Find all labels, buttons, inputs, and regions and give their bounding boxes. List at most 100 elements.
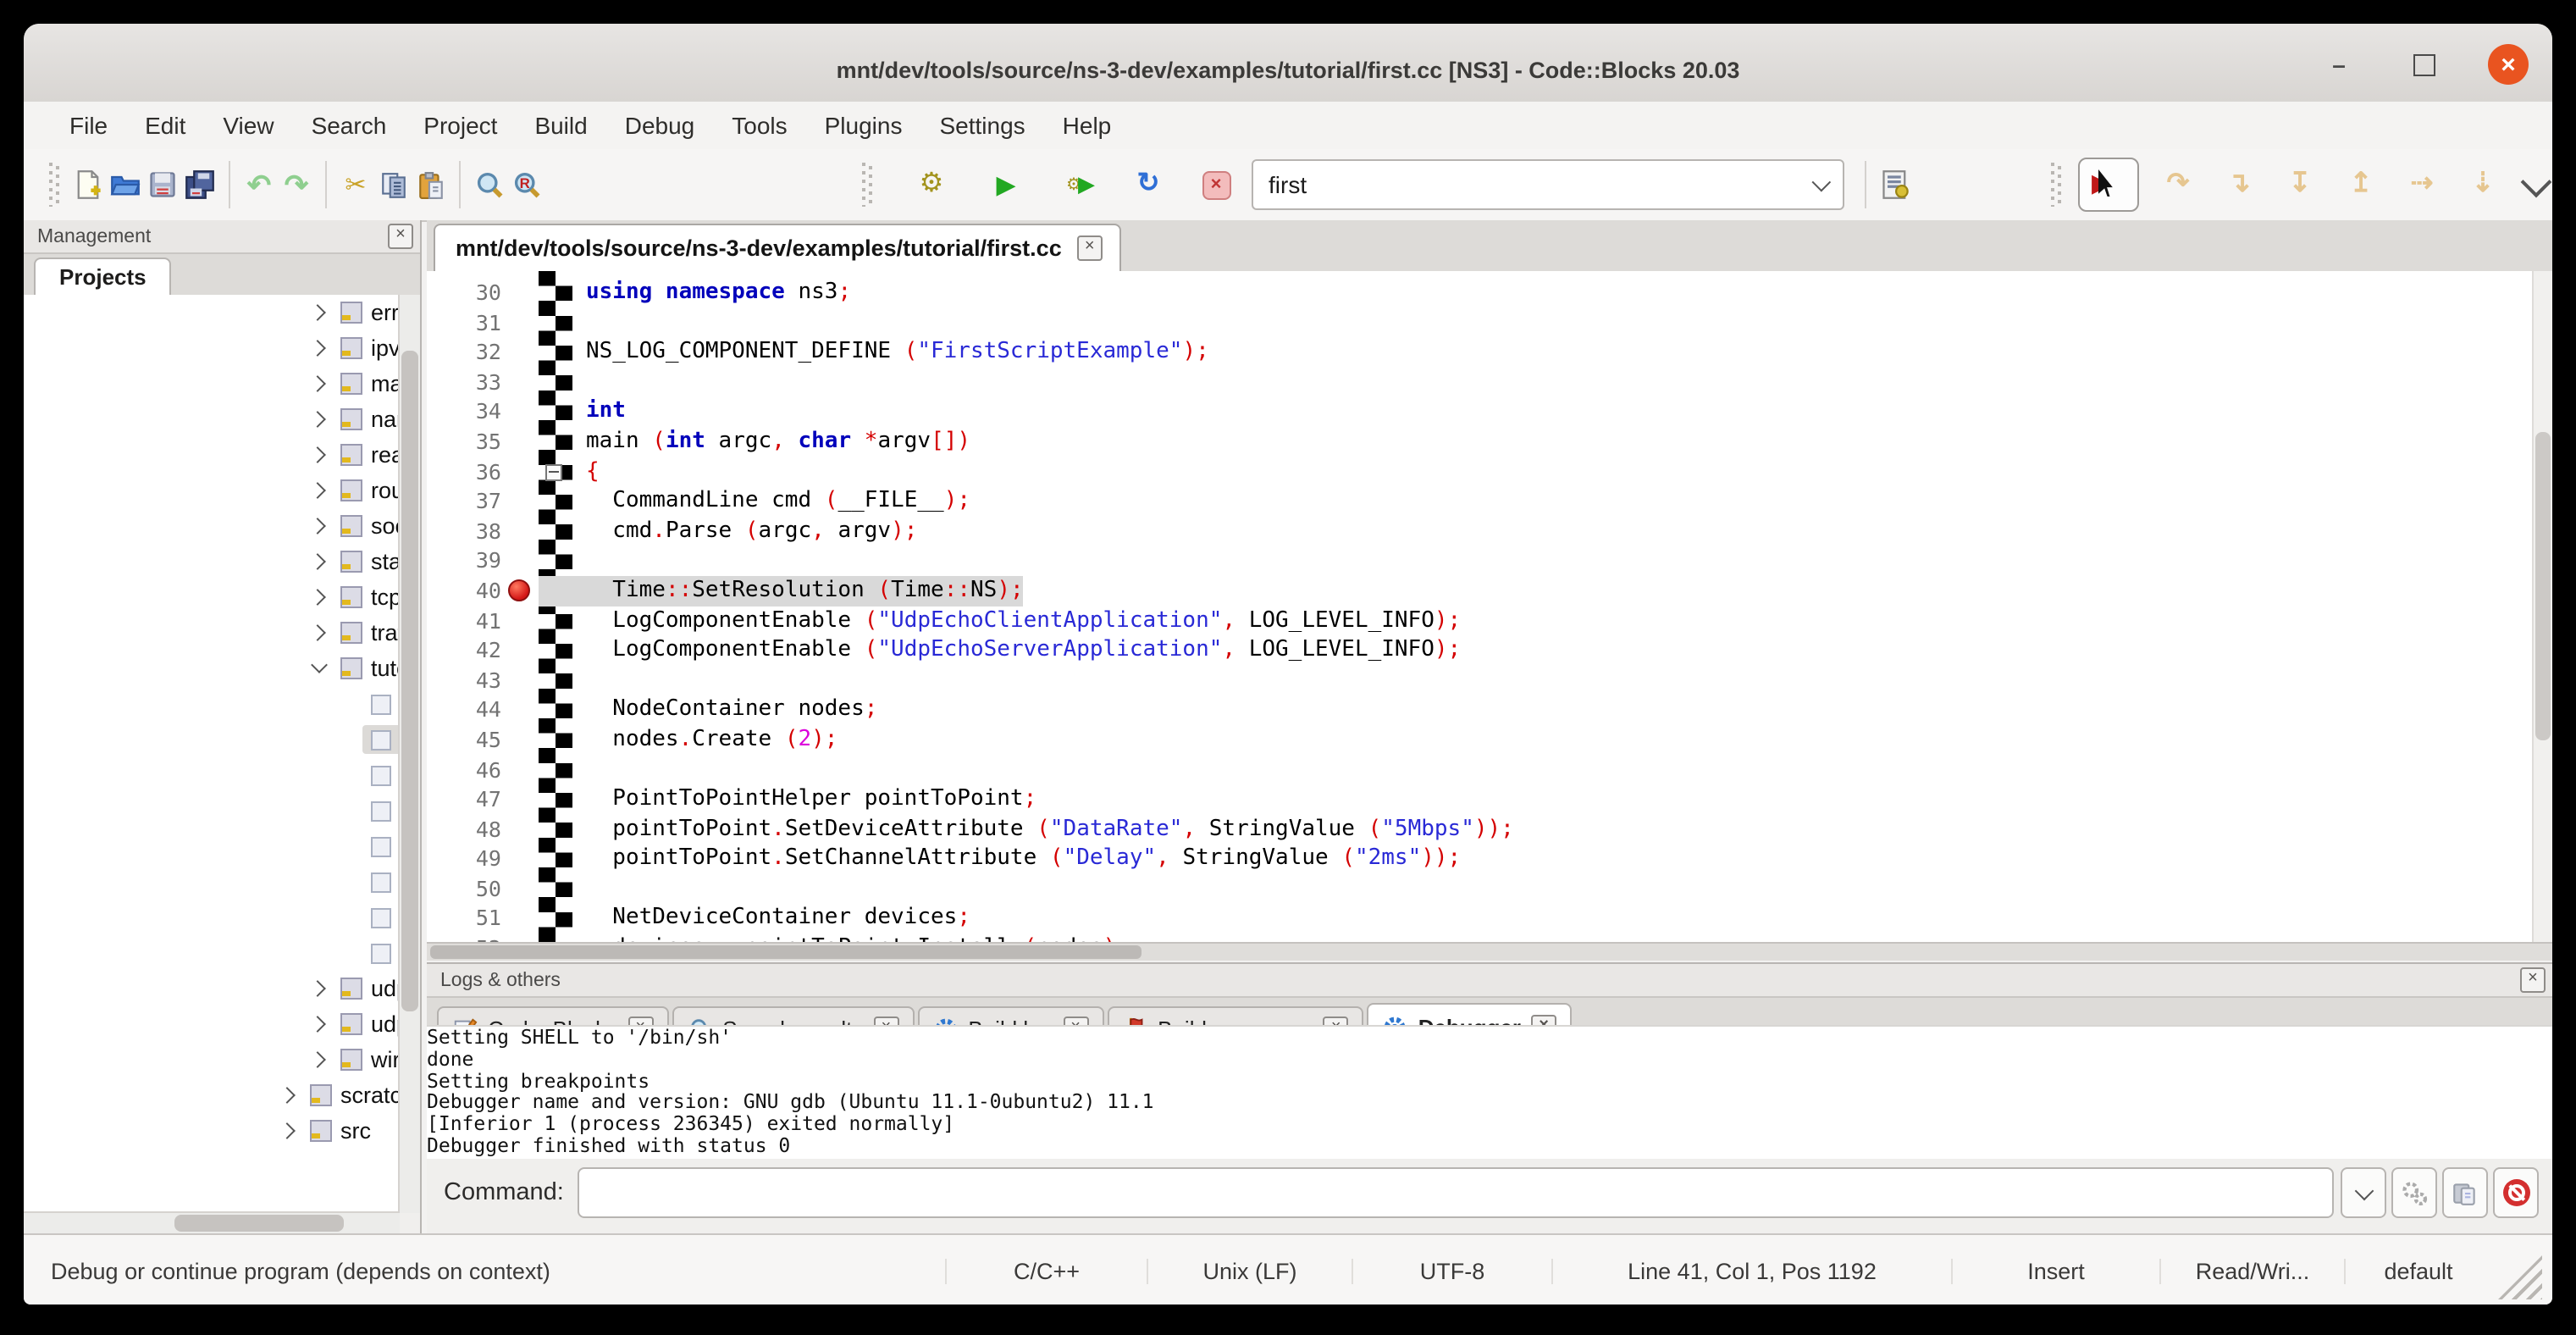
- editor-body[interactable]: 30using namespace ns3;3132NS_LOG_COMPONE…: [427, 271, 2552, 942]
- tree-item-fo[interactable]: fo: [24, 757, 400, 793]
- titlebar[interactable]: mnt/dev/tools/source/ns-3-dev/examples/t…: [24, 24, 2552, 103]
- stop-debugger-button[interactable]: [2493, 1167, 2539, 1218]
- breakpoint-margin[interactable]: [501, 278, 539, 307]
- tree-item-tuto[interactable]: tuto: [24, 651, 400, 686]
- tree-item-th[interactable]: th: [24, 935, 400, 971]
- menu-search[interactable]: Search: [293, 112, 406, 139]
- breakpoint-margin[interactable]: [501, 845, 539, 874]
- chevron-right-icon[interactable]: [308, 443, 332, 467]
- breakpoint-margin[interactable]: [501, 635, 539, 665]
- tree-item-label-box[interactable]: se: [362, 832, 400, 861]
- scrollbar-thumb[interactable]: [2535, 432, 2551, 740]
- tree-item-label-box[interactable]: stat: [332, 547, 400, 576]
- toolbar-overflow-chevron-icon[interactable]: [2521, 166, 2552, 197]
- code-line-34[interactable]: 34int: [427, 397, 2552, 427]
- code-line-52[interactable]: 52 devices = pointToPoint.Install (nodes…: [427, 933, 2552, 942]
- chevron-right-icon[interactable]: [308, 621, 332, 645]
- line-number[interactable]: 41: [427, 606, 501, 635]
- tree-item-label-box[interactable]: nam: [332, 405, 400, 434]
- line-number[interactable]: 36: [427, 457, 501, 486]
- tree-item-label-box[interactable]: th: [362, 939, 400, 967]
- tree-item-label-box[interactable]: fir: [362, 725, 400, 754]
- debugger-settings-button[interactable]: [2391, 1167, 2437, 1218]
- line-number[interactable]: 42: [427, 635, 501, 665]
- menu-edit[interactable]: Edit: [126, 112, 204, 139]
- code-line-46[interactable]: 46: [427, 755, 2552, 784]
- editor-tab-first-cc[interactable]: mnt/dev/tools/source/ns-3-dev/examples/t…: [434, 224, 1121, 271]
- tree-item-traff[interactable]: traff: [24, 615, 400, 651]
- paste-button[interactable]: [412, 161, 449, 208]
- editor-horizontal-scrollbar[interactable]: [427, 942, 2552, 961]
- tree-item-mat[interactable]: mat: [24, 366, 400, 402]
- tree-item-label-box[interactable]: udp: [332, 974, 400, 1003]
- tree-item-label-box[interactable]: udp-: [332, 1010, 400, 1039]
- menu-file[interactable]: File: [51, 112, 126, 139]
- tree-item-udp[interactable]: udp: [24, 971, 400, 1006]
- code-line-50[interactable]: 50: [427, 874, 2552, 904]
- tree-item-rout[interactable]: rout: [24, 473, 400, 508]
- tree-item-label-box[interactable]: rout: [332, 476, 400, 505]
- chevron-down-icon[interactable]: [308, 656, 332, 680]
- logs-close-icon[interactable]: ×: [2520, 967, 2546, 993]
- tree-item-tcp[interactable]: tcp: [24, 579, 400, 615]
- build-button[interactable]: ⚙: [913, 161, 950, 208]
- tree-item-scratch[interactable]: scratch: [24, 1077, 400, 1113]
- step-into-instruction-button[interactable]: ⇣: [2464, 161, 2501, 208]
- breakpoint-margin[interactable]: [501, 606, 539, 635]
- tree-item-wire[interactable]: wire: [24, 1042, 400, 1077]
- menu-build[interactable]: Build: [516, 112, 605, 139]
- scrollbar-thumb[interactable]: [430, 945, 1142, 959]
- rebuild-button[interactable]: ↻: [1130, 161, 1167, 208]
- tree-horizontal-scrollbar[interactable]: [24, 1211, 400, 1233]
- breakpoint-margin[interactable]: [501, 933, 539, 942]
- open-file-button[interactable]: [107, 161, 144, 208]
- management-close-icon[interactable]: ×: [388, 224, 413, 249]
- maximize-button[interactable]: [2403, 44, 2444, 85]
- editor-tab-close-icon[interactable]: ×: [1077, 235, 1103, 261]
- abort-build-button[interactable]: ×: [1197, 161, 1235, 208]
- step-out-button[interactable]: ↥: [2342, 161, 2380, 208]
- tab-projects[interactable]: Projects: [34, 258, 172, 295]
- code-line-32[interactable]: 32NS_LOG_COMPONENT_DEFINE ("FirstScriptE…: [427, 337, 2552, 367]
- menu-tools[interactable]: Tools: [713, 112, 805, 139]
- chevron-right-icon[interactable]: [308, 479, 332, 502]
- chevron-right-icon[interactable]: [308, 1048, 332, 1072]
- breakpoint-margin[interactable]: [501, 337, 539, 367]
- menu-plugins[interactable]: Plugins: [806, 112, 921, 139]
- tree-item-udp-[interactable]: udp-: [24, 1006, 400, 1042]
- resize-grip[interactable]: [2498, 1255, 2542, 1299]
- breakpoint-margin[interactable]: [501, 397, 539, 427]
- find-button[interactable]: [471, 161, 508, 208]
- breakpoint-margin[interactable]: [501, 695, 539, 725]
- breakpoint-margin[interactable]: [501, 725, 539, 755]
- breakpoint-margin[interactable]: [501, 665, 539, 695]
- tree-item-fir[interactable]: fir: [24, 722, 400, 757]
- fold-marker-icon[interactable]: [545, 463, 562, 480]
- debug-continue-button[interactable]: ▶: [2078, 158, 2139, 212]
- tree-item-label-box[interactable]: mat: [332, 369, 400, 398]
- run-button[interactable]: ▶: [987, 161, 1025, 208]
- scrollbar-thumb[interactable]: [401, 350, 418, 1011]
- chevron-right-icon[interactable]: [308, 301, 332, 324]
- run-to-cursor-button[interactable]: ↷: [2159, 161, 2197, 208]
- tree-item-label-box[interactable]: tcp: [332, 583, 400, 612]
- chevron-right-icon[interactable]: [308, 977, 332, 1000]
- code-line-33[interactable]: 33: [427, 368, 2552, 397]
- breakpoint-margin[interactable]: [501, 576, 539, 606]
- tree-item-realt[interactable]: realt: [24, 437, 400, 473]
- code-line-47[interactable]: 47 PointToPointHelper pointToPoint;: [427, 784, 2552, 814]
- code-line-38[interactable]: 38 cmd.Parse (argc, argv);: [427, 517, 2552, 546]
- line-number[interactable]: 48: [427, 814, 501, 844]
- tree-vertical-scrollbar[interactable]: [398, 295, 420, 1213]
- line-number[interactable]: 44: [427, 695, 501, 725]
- tree-item-src[interactable]: src: [24, 1113, 400, 1149]
- tree-item-nam[interactable]: nam: [24, 402, 400, 437]
- line-number[interactable]: 35: [427, 427, 501, 457]
- code-line-31[interactable]: 31: [427, 307, 2552, 337]
- tree-item-label-box[interactable]: src: [301, 1116, 378, 1145]
- code-line-36[interactable]: 36{: [427, 457, 2552, 486]
- line-number[interactable]: 52: [427, 933, 501, 942]
- code-line-30[interactable]: 30using namespace ns3;: [427, 278, 2552, 307]
- close-button[interactable]: ×: [2488, 44, 2529, 85]
- tree-item-label-box[interactable]: se: [362, 867, 400, 896]
